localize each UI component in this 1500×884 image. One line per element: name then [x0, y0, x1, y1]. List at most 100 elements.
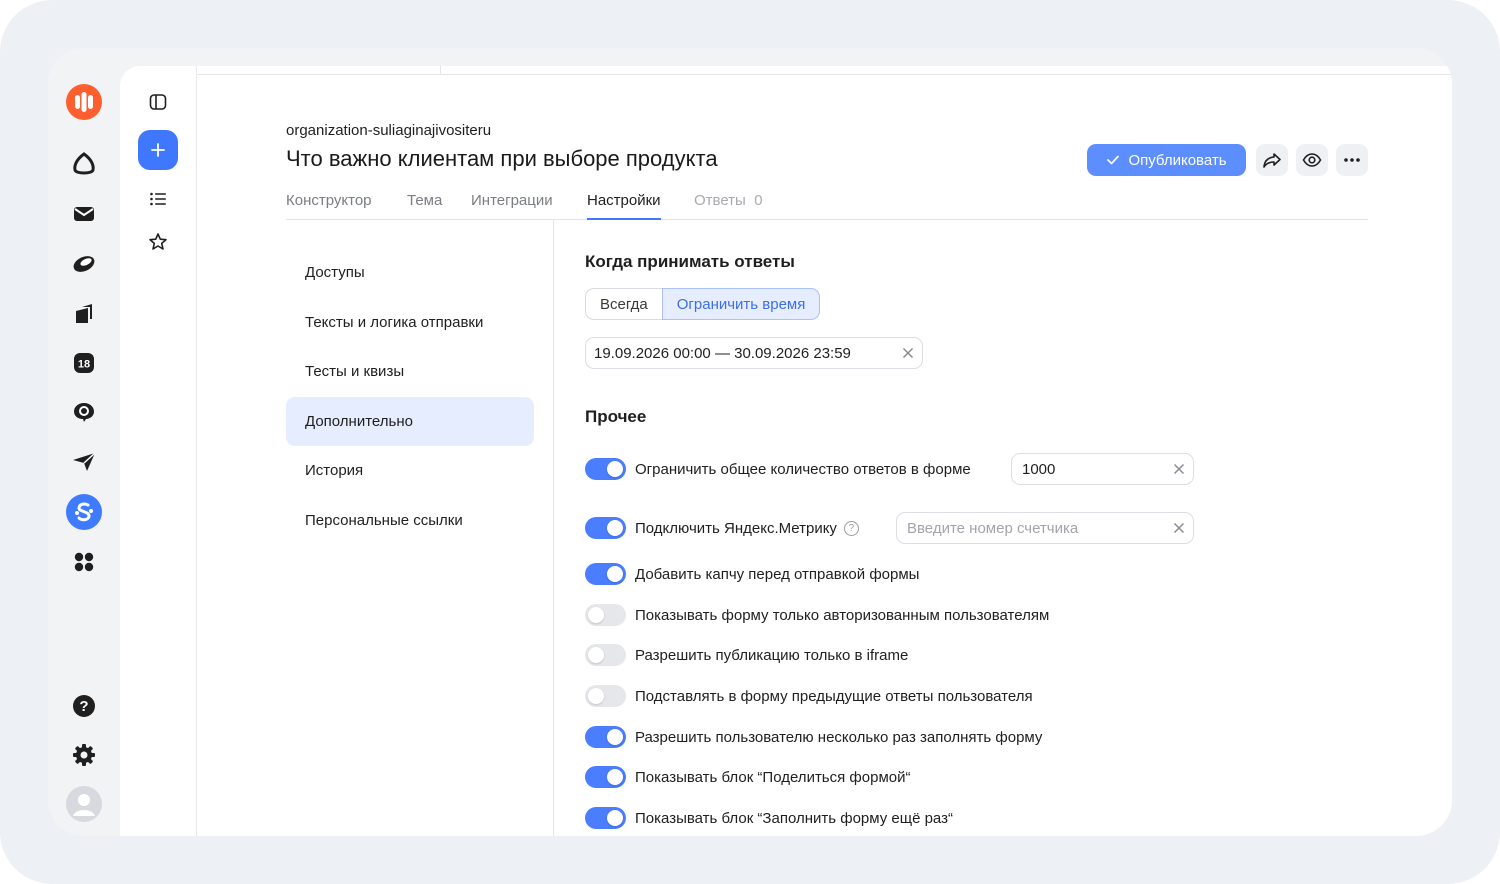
forms-icon[interactable]: [66, 494, 102, 530]
nav-item-personal-links[interactable]: Персональные ссылки: [286, 496, 534, 545]
alice-icon[interactable]: [66, 146, 102, 182]
toggle-switch[interactable]: [585, 644, 626, 666]
page-title: Что важно клиентам при выборе продукта: [286, 146, 718, 171]
segment-always[interactable]: Всегда: [585, 288, 662, 320]
max-answers-input[interactable]: 1000: [1011, 453, 1194, 485]
toggle-switch[interactable]: [585, 807, 626, 829]
toggle-label: Показывать блок “Поделиться формой“: [635, 768, 911, 786]
tab-answers[interactable]: Ответы 0: [694, 192, 763, 209]
publish-button[interactable]: Опубликовать: [1087, 144, 1246, 176]
toggle-label: Ограничить общее количество ответов в фо…: [635, 460, 971, 478]
date-range-field[interactable]: 19.09.2026 00:00 — 30.09.2026 23:59: [585, 337, 923, 369]
tab-label: Тема: [407, 192, 443, 209]
nav-item-label: Персональные ссылки: [305, 512, 463, 529]
toggle-row-prefill: Подставлять в форму предыдущие ответы по…: [585, 684, 1033, 708]
apps-icon[interactable]: [66, 544, 102, 580]
toggle-label: Добавить капчу перед отправкой формы: [635, 565, 920, 583]
settings-icon[interactable]: [66, 737, 102, 773]
nav-item-access[interactable]: Доступы: [286, 248, 534, 297]
toggle-label: Показывать форму только авторизованным п…: [635, 606, 1050, 624]
app-window: 18 ? organization-suliaginajivositeru Чт…: [48, 48, 1452, 836]
max-answers-value: 1000: [1022, 460, 1056, 478]
toggle-row-refill-block: Показывать блок “Заполнить форму ещё раз…: [585, 806, 953, 830]
nav-item-label: Тесты и квизы: [305, 363, 405, 380]
top-divider: [197, 66, 1452, 75]
toggle-switch[interactable]: [585, 726, 626, 748]
toggle-label: Подключить Яндекс.Метрику: [635, 519, 837, 537]
toggle-switch[interactable]: [585, 604, 626, 626]
toggle-row-metrika: Подключить Яндекс.Метрику ?: [585, 516, 859, 540]
tab-label: Интеграции: [471, 192, 553, 209]
docs-icon[interactable]: [66, 296, 102, 332]
toggle-label: Разрешить пользователю несколько раз зап…: [635, 728, 1043, 746]
tab-constructor[interactable]: Конструктор: [286, 192, 372, 209]
toggle-label: Разрешить публикацию только в iframe: [635, 646, 909, 664]
nav-item-additional[interactable]: Дополнительно: [286, 397, 534, 446]
more-button[interactable]: [1336, 144, 1368, 176]
messenger-icon[interactable]: [66, 394, 102, 430]
tab-settings[interactable]: Настройки: [587, 192, 661, 220]
telemost-icon[interactable]: [66, 444, 102, 480]
tab-label: Ответы: [694, 192, 746, 209]
disk-icon[interactable]: [66, 246, 102, 282]
toggle-switch[interactable]: [585, 766, 626, 788]
calendar-day-label: 18: [78, 359, 90, 371]
svg-text:?: ?: [79, 698, 88, 715]
settings-nav: Доступы Тексты и логика отправки Тесты и…: [286, 220, 554, 836]
publish-label: Опубликовать: [1128, 151, 1227, 169]
panel-toggle-icon[interactable]: [138, 82, 178, 122]
metrika-placeholder: Введите номер счетчика: [907, 519, 1079, 537]
tab-integrations[interactable]: Интеграции: [471, 192, 553, 209]
nav-item-label: Дополнительно: [305, 413, 413, 430]
tab-label: Настройки: [587, 192, 661, 209]
mail-icon[interactable]: [66, 196, 102, 232]
settings-content: Когда принимать ответы Всегда Ограничить…: [585, 220, 1445, 836]
nav-item-tests[interactable]: Тесты и квизы: [286, 347, 534, 396]
toggle-switch[interactable]: [585, 563, 626, 585]
toggle-row-multiple: Разрешить пользователю несколько раз зап…: [585, 725, 1042, 749]
nav-item-label: История: [305, 462, 364, 479]
preview-button[interactable]: [1296, 144, 1328, 176]
toggle-switch[interactable]: [585, 458, 626, 480]
nav-item-history[interactable]: История: [286, 446, 534, 495]
answers-count: 0: [754, 192, 763, 209]
star-icon[interactable]: [138, 222, 178, 262]
when-section-title: Когда принимать ответы: [585, 252, 795, 271]
logo-icon[interactable]: [66, 84, 102, 120]
answers-time-segment: Всегда Ограничить время: [585, 288, 821, 320]
toggle-switch[interactable]: [585, 685, 626, 707]
eye-icon: [1302, 153, 1322, 167]
app-rail: 18 ?: [48, 48, 120, 836]
plus-icon[interactable]: [138, 130, 178, 170]
tabs-bar: Конструктор Тема Интеграции Настройки От…: [286, 190, 1368, 220]
organization-name: organization-suliaginajivositeru: [286, 122, 492, 139]
metrika-counter-input[interactable]: Введите номер счетчика: [896, 512, 1194, 544]
close-icon[interactable]: [894, 339, 922, 367]
share-icon: [1263, 153, 1281, 168]
toggle-row-auth-only: Показывать форму только авторизованным п…: [585, 603, 1049, 627]
calendar-icon[interactable]: 18: [66, 345, 102, 381]
close-icon[interactable]: [1165, 514, 1193, 542]
other-section-title: Прочее: [585, 407, 647, 426]
avatar-icon[interactable]: [66, 786, 102, 822]
nav-item-label: Доступы: [305, 264, 365, 281]
segment-limit-time[interactable]: Ограничить время: [661, 288, 821, 320]
secondary-sidebar: [120, 66, 197, 836]
toggle-row-captcha: Добавить капчу перед отправкой формы: [585, 562, 919, 586]
nav-item-label: Тексты и логика отправки: [305, 314, 484, 331]
list-icon[interactable]: [138, 179, 178, 219]
toggle-row-share-block: Показывать блок “Поделиться формой“: [585, 765, 910, 789]
help-icon[interactable]: ?: [843, 520, 859, 536]
tab-theme[interactable]: Тема: [407, 192, 442, 209]
toggle-row-max-answers: Ограничить общее количество ответов в фо…: [585, 457, 971, 481]
close-icon[interactable]: [1165, 455, 1193, 483]
share-button[interactable]: [1256, 144, 1288, 176]
date-range-value: 19.09.2026 00:00 — 30.09.2026 23:59: [594, 344, 851, 362]
help-icon[interactable]: ?: [66, 688, 102, 724]
tab-label: Конструктор: [286, 192, 372, 209]
toggle-switch[interactable]: [585, 517, 626, 539]
more-dots-icon: [1344, 158, 1360, 162]
check-icon: [1107, 155, 1120, 165]
main-panel: organization-suliaginajivositeru Что важ…: [197, 66, 1452, 836]
nav-item-texts[interactable]: Тексты и логика отправки: [286, 298, 534, 347]
